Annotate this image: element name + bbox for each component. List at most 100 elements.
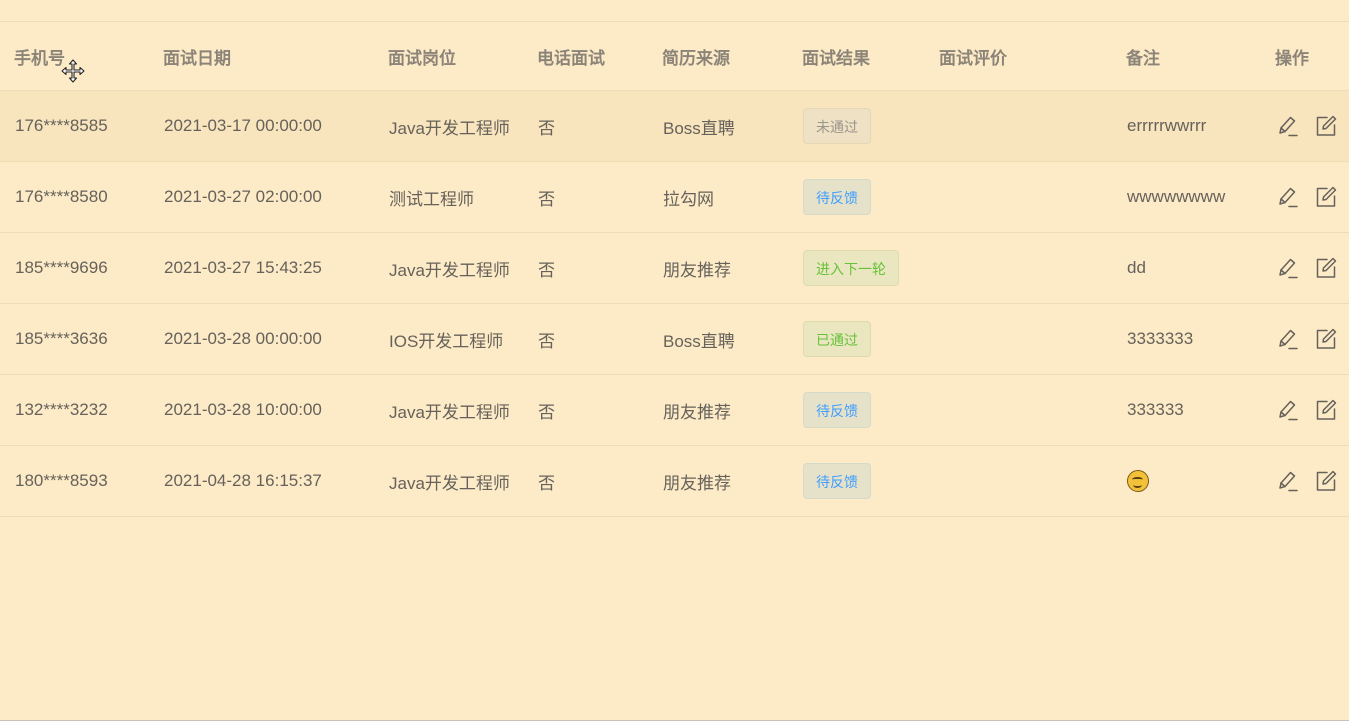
cell-resume-source: 拉勾网 xyxy=(648,161,788,233)
cell-phone: 185****3636 xyxy=(0,303,149,375)
cell-remark: 3333333 xyxy=(1112,303,1261,375)
cell-result: 已通过 xyxy=(788,303,925,375)
cell-interview-date: 2021-03-28 00:00:00 xyxy=(149,303,374,375)
header-phone-interview[interactable]: 电话面试 xyxy=(523,22,648,91)
table-body: 176****8585 2021-03-17 00:00:00 Java开发工程… xyxy=(0,90,1349,517)
row-actions xyxy=(1276,327,1349,351)
cell-position: 测试工程师 xyxy=(374,161,523,233)
pencil-edit-icon[interactable] xyxy=(1276,185,1300,209)
cell-interview-date: 2021-03-27 02:00:00 xyxy=(149,161,374,233)
square-edit-icon[interactable] xyxy=(1314,469,1338,493)
cell-position: Java开发工程师 xyxy=(374,374,523,446)
cell-remark: dd xyxy=(1112,232,1261,304)
header-evaluation[interactable]: 面试评价 xyxy=(925,22,1112,91)
cell-actions xyxy=(1261,445,1349,517)
row-actions xyxy=(1276,185,1349,209)
cell-evaluation xyxy=(925,374,1112,446)
cell-position: Java开发工程师 xyxy=(374,90,523,162)
cell-result: 待反馈 xyxy=(788,445,925,517)
cell-resume-source: Boss直聘 xyxy=(648,90,788,162)
remark-text: 3333333 xyxy=(1127,329,1194,348)
cell-result: 待反馈 xyxy=(788,161,925,233)
cell-phone-interview: 否 xyxy=(523,161,648,233)
cell-actions xyxy=(1261,232,1349,304)
square-edit-icon[interactable] xyxy=(1314,327,1338,351)
cell-resume-source: 朋友推荐 xyxy=(648,374,788,446)
square-edit-icon[interactable] xyxy=(1314,256,1338,280)
pencil-edit-icon[interactable] xyxy=(1276,469,1300,493)
result-status-tag: 待反馈 xyxy=(803,179,871,215)
cell-phone: 185****9696 xyxy=(0,232,149,304)
pencil-edit-icon[interactable] xyxy=(1276,256,1300,280)
cell-remark xyxy=(1112,445,1261,517)
header-phone[interactable]: 手机号 xyxy=(0,22,149,91)
cell-interview-date: 2021-03-17 00:00:00 xyxy=(149,90,374,162)
remark-text: dd xyxy=(1127,258,1146,277)
cell-actions xyxy=(1261,90,1349,162)
header-row: 手机号 面试日期 面试岗位 电话面试 简历来源 面试结果 面试评价 备注 操作 xyxy=(0,22,1349,91)
top-toolbar-strip xyxy=(0,0,1349,22)
cell-phone-interview: 否 xyxy=(523,232,648,304)
header-resume-source[interactable]: 简历来源 xyxy=(648,22,788,91)
cell-phone: 132****3232 xyxy=(0,374,149,446)
cell-evaluation xyxy=(925,161,1112,233)
result-status-tag: 未通过 xyxy=(803,108,871,144)
table-header: 手机号 面试日期 面试岗位 电话面试 简历来源 面试结果 面试评价 备注 操作 xyxy=(0,22,1349,91)
cell-phone-interview: 否 xyxy=(523,445,648,517)
cell-result: 进入下一轮 xyxy=(788,232,925,304)
smiling-face-icon xyxy=(1127,470,1149,492)
cell-remark: 333333 xyxy=(1112,374,1261,446)
header-interview-date[interactable]: 面试日期 xyxy=(149,22,374,91)
cell-phone-interview: 否 xyxy=(523,90,648,162)
table-row[interactable]: 176****8585 2021-03-17 00:00:00 Java开发工程… xyxy=(0,90,1349,162)
cell-evaluation xyxy=(925,232,1112,304)
remark-text: wwwwwwww xyxy=(1127,187,1226,206)
pencil-edit-icon[interactable] xyxy=(1276,398,1300,422)
interview-list-page: 手机号 面试日期 面试岗位 电话面试 简历来源 面试结果 面试评价 备注 操作 … xyxy=(0,0,1349,721)
square-edit-icon[interactable] xyxy=(1314,185,1338,209)
cell-phone: 176****8585 xyxy=(0,90,149,162)
cell-remark: wwwwwwww xyxy=(1112,161,1261,233)
square-edit-icon[interactable] xyxy=(1314,398,1338,422)
interview-table: 手机号 面试日期 面试岗位 电话面试 简历来源 面试结果 面试评价 备注 操作 … xyxy=(0,22,1349,517)
table-row[interactable]: 132****3232 2021-03-28 10:00:00 Java开发工程… xyxy=(0,374,1349,446)
cell-actions xyxy=(1261,161,1349,233)
cell-evaluation xyxy=(925,445,1112,517)
row-actions xyxy=(1276,256,1349,280)
row-actions xyxy=(1276,398,1349,422)
table-row[interactable]: 185****9696 2021-03-27 15:43:25 Java开发工程… xyxy=(0,232,1349,304)
result-status-tag: 待反馈 xyxy=(803,392,871,428)
cell-interview-date: 2021-04-28 16:15:37 xyxy=(149,445,374,517)
result-status-tag: 待反馈 xyxy=(803,463,871,499)
cell-interview-date: 2021-03-27 15:43:25 xyxy=(149,232,374,304)
cell-resume-source: Boss直聘 xyxy=(648,303,788,375)
cell-result: 待反馈 xyxy=(788,374,925,446)
cell-interview-date: 2021-03-28 10:00:00 xyxy=(149,374,374,446)
header-position[interactable]: 面试岗位 xyxy=(374,22,523,91)
header-actions: 操作 xyxy=(1261,22,1349,91)
result-status-tag: 进入下一轮 xyxy=(803,250,899,286)
pencil-edit-icon[interactable] xyxy=(1276,327,1300,351)
header-result[interactable]: 面试结果 xyxy=(788,22,925,91)
cell-remark: errrrrwwrrr xyxy=(1112,90,1261,162)
table-row[interactable]: 185****3636 2021-03-28 00:00:00 IOS开发工程师… xyxy=(0,303,1349,375)
header-remark[interactable]: 备注 xyxy=(1112,22,1261,91)
cell-resume-source: 朋友推荐 xyxy=(648,232,788,304)
cell-position: Java开发工程师 xyxy=(374,232,523,304)
table-row[interactable]: 180****8593 2021-04-28 16:15:37 Java开发工程… xyxy=(0,445,1349,517)
square-edit-icon[interactable] xyxy=(1314,114,1338,138)
cell-phone-interview: 否 xyxy=(523,303,648,375)
cell-position: IOS开发工程师 xyxy=(374,303,523,375)
cell-phone-interview: 否 xyxy=(523,374,648,446)
cell-actions xyxy=(1261,303,1349,375)
cell-resume-source: 朋友推荐 xyxy=(648,445,788,517)
cell-actions xyxy=(1261,374,1349,446)
cell-phone: 176****8580 xyxy=(0,161,149,233)
cell-result: 未通过 xyxy=(788,90,925,162)
row-actions xyxy=(1276,114,1349,138)
cell-position: Java开发工程师 xyxy=(374,445,523,517)
pencil-edit-icon[interactable] xyxy=(1276,114,1300,138)
row-actions xyxy=(1276,469,1349,493)
table-row[interactable]: 176****8580 2021-03-27 02:00:00 测试工程师 否 … xyxy=(0,161,1349,233)
remark-text: errrrrwwrrr xyxy=(1127,116,1207,135)
